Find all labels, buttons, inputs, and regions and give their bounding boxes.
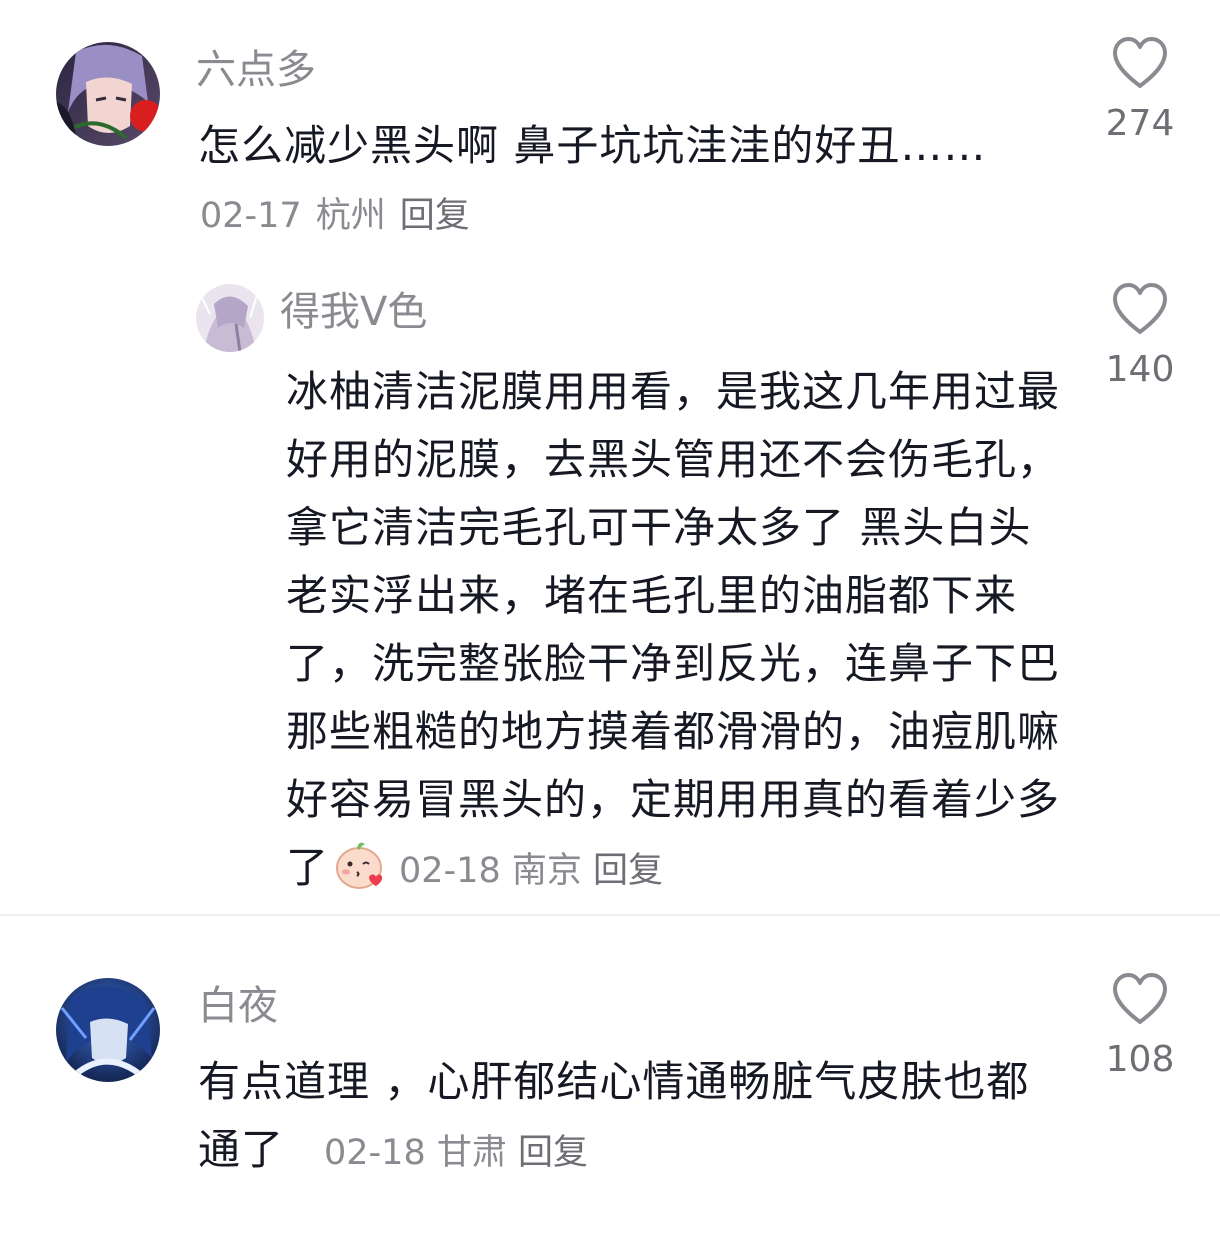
comment-location: 杭州: [315, 196, 386, 236]
comment-text: 怎么减少黑头啊 鼻子坑坑洼洼的好丑……: [198, 121, 987, 170]
comment-item: 六点多 怎么减少黑头啊 鼻子坑坑洼洼的好丑…… 02-17 杭州 回复 274 得我…: [0, 0, 1220, 914]
comment-meta: 02-18 甘肃 回复: [324, 1133, 588, 1173]
comment-text-body: 有点道理 ，心肝郁结心情通畅脏气皮肤也都通了: [198, 1057, 1030, 1174]
comment-item: 白夜 有点道理 ，心肝郁结心情通畅脏气皮肤也都通了 02-18 甘肃 回复 108: [0, 916, 1220, 1256]
comment-meta: 02-17 杭州 回复: [200, 194, 470, 238]
reply-button[interactable]: 回复: [518, 1133, 588, 1173]
comment-location: 甘肃: [436, 1133, 507, 1173]
user-avatar-icon: [56, 42, 160, 146]
reply-avatar[interactable]: [196, 284, 264, 352]
heart-outline-icon: [1113, 283, 1167, 334]
like-count: 274: [1105, 103, 1175, 144]
heart-outline-icon: [1113, 973, 1167, 1024]
reply-text: 冰柚清洁泥膜用用看，是我这几年用过最好用的泥膜，去黑头管用还不会伤毛孔，拿它清洁…: [286, 358, 1066, 905]
user-avatar-icon: [196, 284, 264, 352]
heart-outline-icon: [1113, 37, 1167, 88]
like-button[interactable]: 140: [1090, 282, 1190, 392]
comment-text: 有点道理 ，心肝郁结心情通畅脏气皮肤也都通了 02-18 甘肃 回复: [198, 1048, 1068, 1187]
reply-button[interactable]: 回复: [400, 196, 470, 236]
comment-username[interactable]: 六点多: [196, 46, 316, 94]
like-button[interactable]: 274: [1090, 36, 1190, 146]
like-count: 108: [1105, 1039, 1175, 1080]
reply-username[interactable]: 得我V色: [280, 288, 427, 336]
comment-date: 02-17: [200, 196, 302, 236]
comment-date: 02-18: [324, 1133, 426, 1173]
avatar[interactable]: [56, 42, 160, 146]
like-count: 140: [1105, 349, 1175, 390]
blowing-kiss-emoji: [333, 838, 385, 890]
user-avatar-icon: [56, 978, 160, 1082]
reply-button[interactable]: 回复: [593, 851, 663, 891]
reply-date: 02-18: [399, 851, 501, 891]
avatar[interactable]: [56, 978, 160, 1082]
comment-username[interactable]: 白夜: [198, 982, 278, 1030]
reply-text-body: 冰柚清洁泥膜用用看，是我这几年用过最好用的泥膜，去黑头管用还不会伤毛孔，拿它清洁…: [286, 367, 1061, 892]
like-button[interactable]: 108: [1090, 972, 1190, 1082]
reply-meta: 02-18 南京 回复: [399, 851, 663, 891]
reply-location: 南京: [511, 851, 582, 891]
